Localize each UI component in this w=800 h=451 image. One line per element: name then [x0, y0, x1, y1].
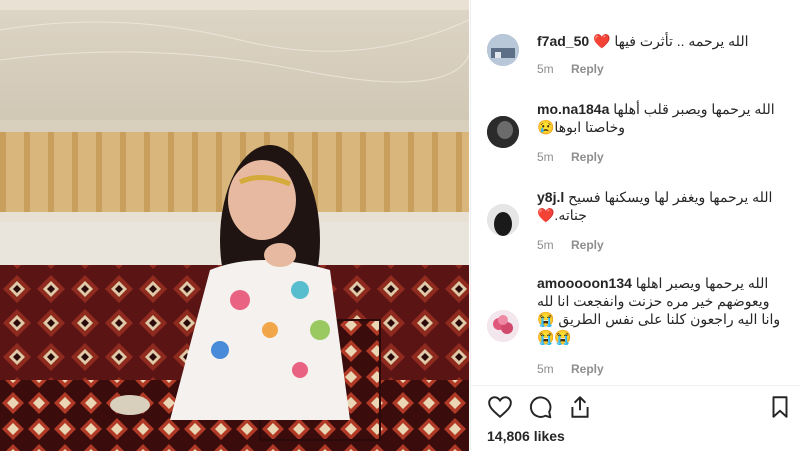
- comment-username[interactable]: amooooon134: [537, 275, 632, 291]
- comment-time: 5m: [537, 238, 554, 252]
- instagram-post-view: f7ad_50 الله يرحمه .. تأثرت فيها ❤️ 5m R…: [0, 0, 800, 451]
- avatar[interactable]: [487, 34, 519, 66]
- comment-time: 5m: [537, 362, 554, 376]
- bookmark-icon[interactable]: [767, 394, 793, 420]
- reply-button[interactable]: Reply: [571, 238, 604, 252]
- comment-time: 5m: [537, 62, 554, 76]
- comment-text: الله يرحمه .. تأثرت فيها ❤️: [593, 33, 749, 49]
- reply-button[interactable]: Reply: [571, 62, 604, 76]
- comment-time: 5m: [537, 150, 554, 164]
- likes-count[interactable]: 14,806 likes: [487, 428, 565, 444]
- avatar[interactable]: [487, 116, 519, 148]
- post-actions-bar: [471, 385, 800, 426]
- reply-button[interactable]: Reply: [571, 362, 604, 376]
- avatar[interactable]: [487, 204, 519, 236]
- comment-icon[interactable]: [527, 394, 553, 420]
- heart-icon[interactable]: [487, 394, 513, 420]
- comments-panel: f7ad_50 الله يرحمه .. تأثرت فيها ❤️ 5m R…: [470, 0, 800, 451]
- reply-button[interactable]: Reply: [571, 150, 604, 164]
- post-photo[interactable]: [0, 0, 469, 451]
- comment-username[interactable]: y8j.l: [537, 189, 564, 205]
- comment-username[interactable]: mo.na184a: [537, 101, 609, 117]
- comments-list: f7ad_50 الله يرحمه .. تأثرت فيها ❤️ 5m R…: [471, 0, 800, 390]
- comment-username[interactable]: f7ad_50: [537, 33, 589, 49]
- avatar[interactable]: [487, 310, 519, 342]
- comment-text: الله يرحمها ويغفر لها ويسكنها فسيح جناته…: [537, 189, 773, 223]
- share-icon[interactable]: [567, 394, 593, 420]
- post-photo-image: [0, 0, 469, 451]
